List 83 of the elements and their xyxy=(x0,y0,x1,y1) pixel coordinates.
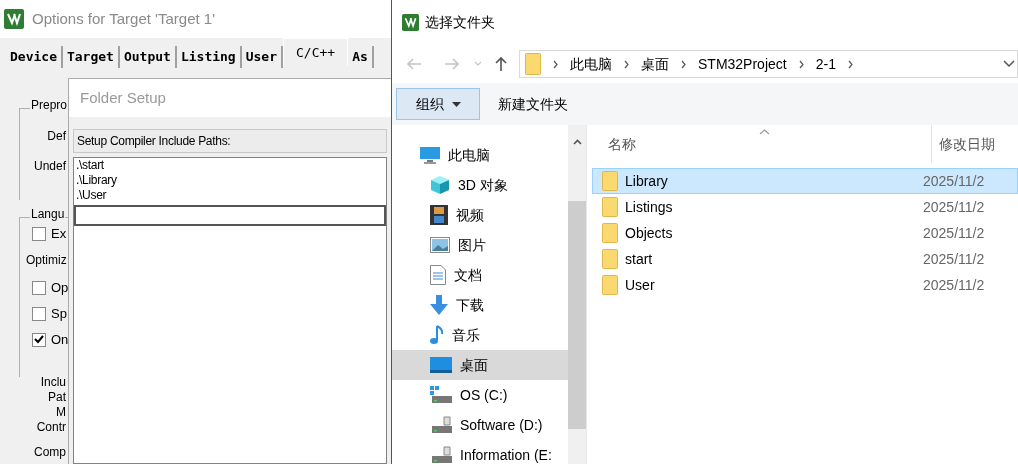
path-item[interactable]: .\start xyxy=(76,158,386,173)
checkbox-label: Op xyxy=(51,279,69,297)
scroll-up-icon[interactable] xyxy=(572,139,582,145)
folder-icon xyxy=(525,53,541,75)
file-row[interactable]: Listings 2025/11/2 xyxy=(592,194,1018,220)
app-logo-icon xyxy=(402,14,419,31)
nav-item[interactable]: OS (C:) xyxy=(392,380,568,410)
scrollbar-thumb[interactable] xyxy=(568,201,586,429)
window-title: 选择文件夹 xyxy=(425,13,495,32)
window-title: Options for Target 'Target 1' xyxy=(32,8,216,29)
download-icon xyxy=(430,295,448,315)
desktop-icon xyxy=(430,357,452,373)
nav-item[interactable]: 音乐 xyxy=(392,320,568,350)
checkbox[interactable] xyxy=(32,332,46,347)
cube-icon xyxy=(430,175,450,195)
new-folder-button[interactable]: 新建文件夹 xyxy=(494,88,572,120)
column-header[interactable]: 修改日期 xyxy=(939,133,995,155)
breadcrumb-item[interactable]: 2-1 xyxy=(815,53,836,75)
nav-item[interactable]: 视频 xyxy=(392,200,568,230)
file-row[interactable]: User 2025/11/2 xyxy=(592,272,1018,298)
folder-icon xyxy=(602,223,618,243)
field-label: Inclu xyxy=(40,375,66,389)
breadcrumb-item[interactable]: 桌面 xyxy=(641,53,669,75)
checkbox[interactable] xyxy=(32,226,46,241)
header-label: Setup Compiler Include Paths: xyxy=(77,133,231,150)
image-icon xyxy=(430,237,450,253)
sort-caret-icon xyxy=(759,129,770,135)
caret-icon xyxy=(451,101,461,107)
app-logo-icon xyxy=(4,9,24,29)
checkbox[interactable] xyxy=(32,280,46,295)
nav-item[interactable]: 此电脑 xyxy=(392,140,568,170)
drive-icon xyxy=(430,386,452,404)
scrollbar[interactable] xyxy=(568,125,586,464)
field-label: Comp xyxy=(34,445,66,459)
chevron-icon[interactable] xyxy=(847,59,853,69)
column-header[interactable]: 名称 xyxy=(608,125,932,163)
nav-item[interactable]: Software (D:) xyxy=(392,410,568,440)
up-icon[interactable] xyxy=(494,56,508,72)
tab[interactable]: C/C++ xyxy=(283,38,349,66)
folder-icon xyxy=(602,275,618,295)
checkbox-label: Ex xyxy=(51,225,67,243)
music-note-icon xyxy=(430,325,444,345)
checkbox-label: Sp xyxy=(51,305,67,323)
path-item[interactable]: .\Library xyxy=(76,173,386,188)
nav-item[interactable]: Information (E: xyxy=(392,440,568,464)
chevron-icon[interactable] xyxy=(553,59,558,69)
file-row[interactable]: Objects 2025/11/2 xyxy=(592,220,1018,246)
group-label: Langu xyxy=(30,207,66,221)
file-row[interactable]: start 2025/11/2 xyxy=(592,246,1018,272)
drive-icon xyxy=(430,446,452,464)
window-title: Folder Setup xyxy=(80,87,166,108)
group-label: Prepro xyxy=(30,98,69,112)
chevron-icon[interactable] xyxy=(681,59,686,69)
checkbox-label: On xyxy=(51,331,69,349)
nav-item[interactable]: 下载 xyxy=(392,290,568,320)
field-label: Optimiz xyxy=(26,253,67,267)
nav-item[interactable]: 桌面 xyxy=(392,350,568,380)
file-row[interactable]: Library 2025/11/2 xyxy=(592,168,1018,194)
chevron-icon[interactable] xyxy=(624,59,629,69)
field-label: Pat xyxy=(48,390,66,404)
path-input-field[interactable] xyxy=(74,205,386,226)
checkbox[interactable] xyxy=(32,306,46,321)
field-label: Undef xyxy=(33,159,66,173)
field-label: M xyxy=(56,405,66,419)
organize-button[interactable]: 组织 xyxy=(396,88,480,120)
folder-icon xyxy=(602,197,618,217)
chevron-icon[interactable] xyxy=(798,59,804,69)
drive-icon xyxy=(430,416,452,434)
breadcrumb-item[interactable]: STM32Project xyxy=(698,53,787,75)
field-label: Contr xyxy=(36,420,66,434)
chevron-down-icon[interactable] xyxy=(1003,60,1015,68)
path-item[interactable]: .\User xyxy=(76,188,386,203)
address-bar[interactable]: 此电脑 桌面 STM32Project 2-1 xyxy=(519,50,1018,78)
film-icon xyxy=(430,205,448,225)
breadcrumb-item[interactable]: 此电脑 xyxy=(570,53,612,75)
nav-item[interactable]: 文档 xyxy=(392,260,568,290)
field-label: Def xyxy=(47,129,66,143)
nav-item[interactable]: 图片 xyxy=(392,230,568,260)
document-icon xyxy=(430,265,446,285)
monitor-icon xyxy=(420,146,440,164)
folder-icon xyxy=(602,249,618,269)
nav-item[interactable]: 3D 对象 xyxy=(392,170,568,200)
folder-icon xyxy=(602,171,618,191)
